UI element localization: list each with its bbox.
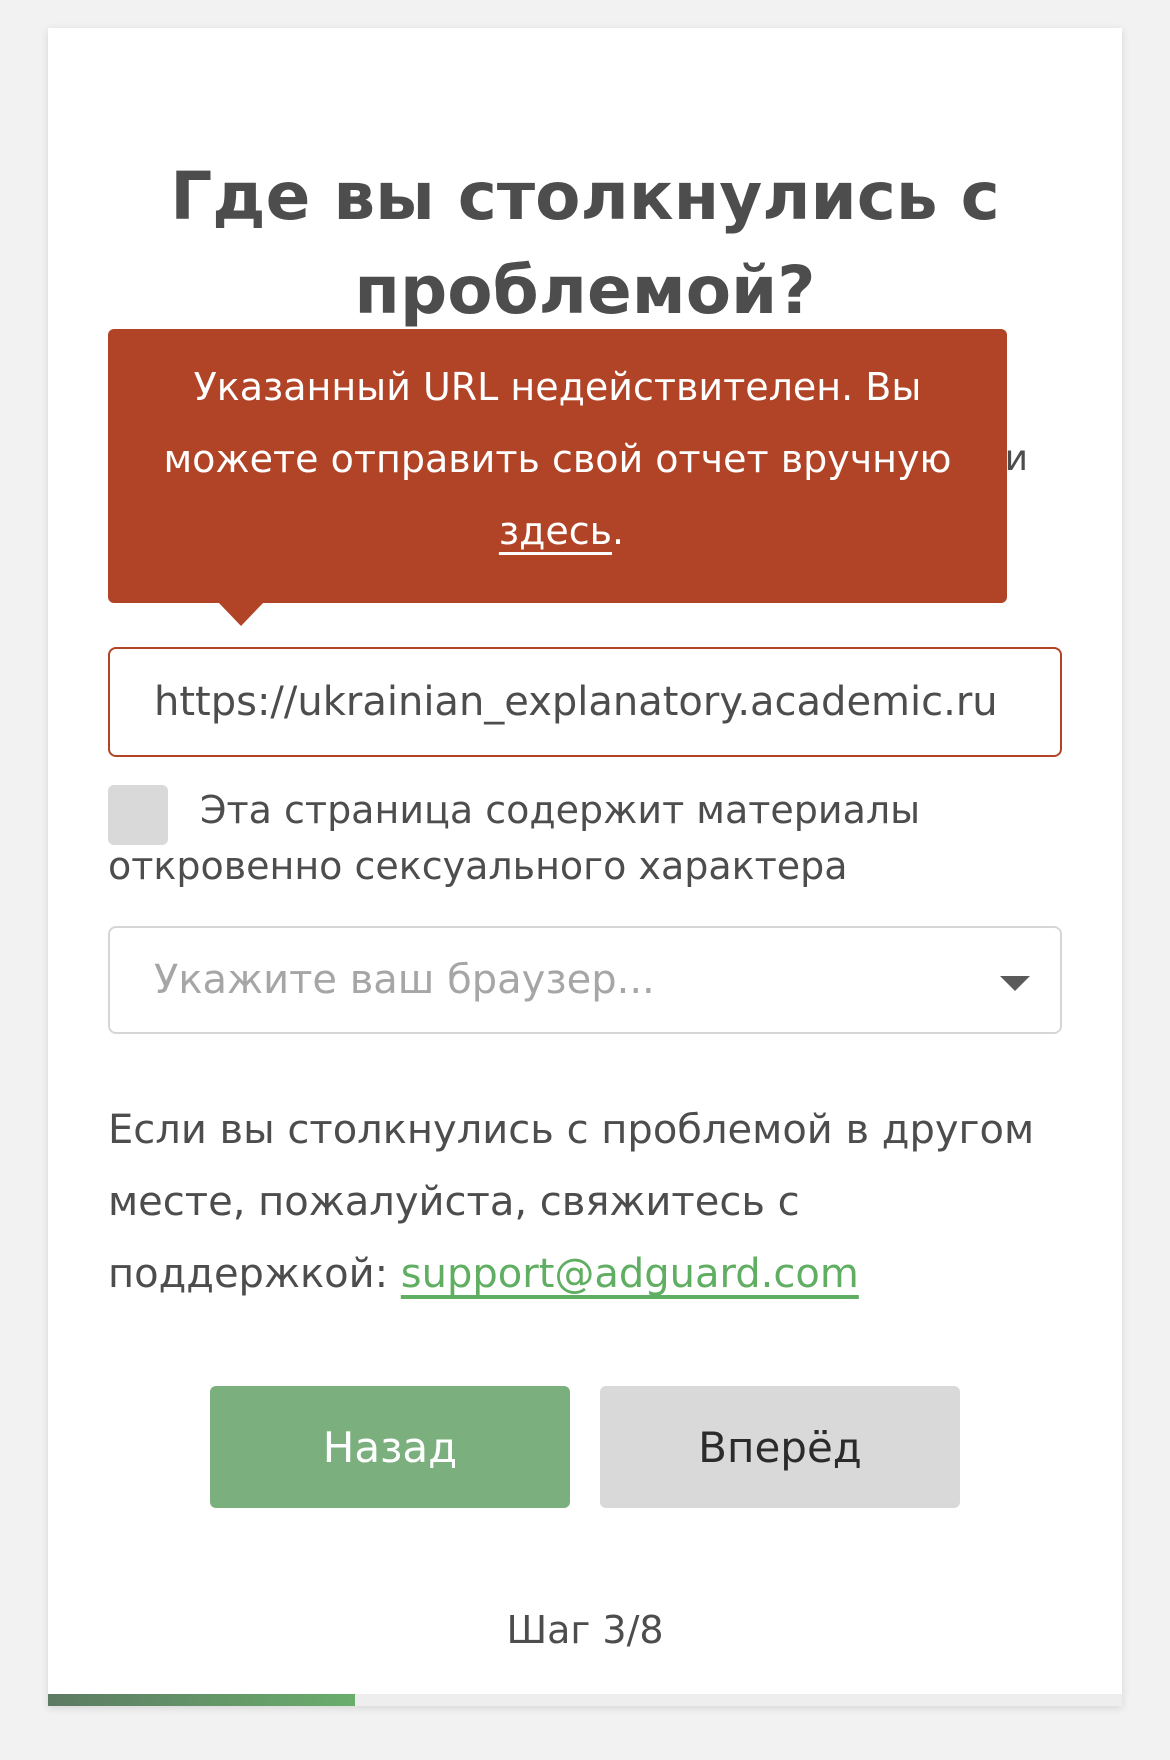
progress-bar	[48, 1694, 1122, 1706]
step-indicator: Шаг 3/8	[506, 1608, 664, 1652]
browser-select-placeholder: Укажите ваш браузер...	[154, 957, 655, 1003]
tooltip-arrow	[218, 602, 264, 626]
next-button[interactable]: Вперёд	[600, 1386, 960, 1508]
error-tooltip: Указанный URL недействителен. Вы можете …	[108, 329, 1007, 626]
manual-report-link[interactable]: здесь	[499, 509, 612, 553]
url-input-value: https://ukrainian_explanatory.academic.r…	[154, 679, 998, 725]
progress-bar-fill	[48, 1694, 355, 1706]
back-button[interactable]: Назад	[210, 1386, 570, 1508]
error-tooltip-text: Указанный URL недействителен. Вы можете …	[163, 365, 952, 481]
error-tooltip-suffix: .	[612, 509, 625, 553]
support-email-link[interactable]: support@adguard.com	[401, 1251, 859, 1297]
browser-select[interactable]: Укажите ваш браузер...	[108, 926, 1062, 1034]
covered-text-fragment: и	[1004, 438, 1028, 479]
url-input[interactable]: https://ukrainian_explanatory.academic.r…	[108, 647, 1062, 757]
page-title: Где вы столкнулись с проблемой?	[170, 158, 1000, 329]
chevron-down-icon	[1000, 976, 1030, 991]
support-info: Если вы столкнулись с проблемой в другом…	[108, 1094, 1088, 1310]
adult-content-checkbox-label[interactable]: Эта страница содержит материалы откровен…	[108, 782, 1068, 894]
report-card: Где вы столкнулись с проблемой? и Указан…	[48, 28, 1122, 1706]
